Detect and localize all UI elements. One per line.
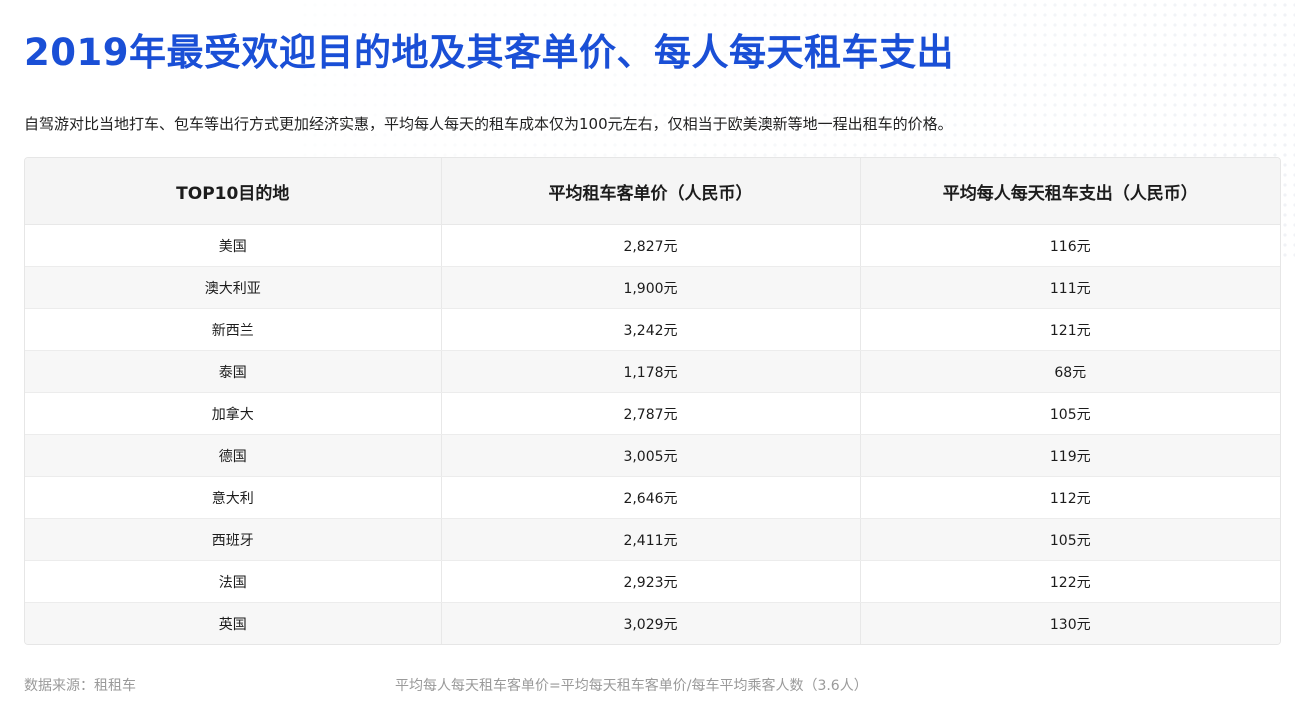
cell-daily-spend: 105元: [860, 392, 1280, 435]
table-row: 新西兰 3,242元 121元: [25, 308, 1280, 351]
cell-destination: 法国: [25, 560, 442, 603]
cell-destination: 新西兰: [25, 308, 442, 351]
table-row: 德国 3,005元 119元: [25, 434, 1280, 477]
cell-daily-spend: 122元: [860, 560, 1280, 603]
cell-destination: 西班牙: [25, 518, 442, 561]
cell-destination: 美国: [25, 224, 442, 267]
cell-destination: 加拿大: [25, 392, 442, 435]
table-header: TOP10目的地 平均租车客单价（人民币） 平均每人每天租车支出（人民币）: [25, 158, 1280, 225]
page-title: 2019年最受欢迎目的地及其客单价、每人每天租车支出: [24, 31, 954, 74]
cell-daily-spend: 111元: [860, 266, 1280, 309]
cell-avg-price: 1,900元: [441, 266, 861, 309]
cell-daily-spend: 121元: [860, 308, 1280, 351]
cell-avg-price: 2,827元: [441, 224, 861, 267]
cell-avg-price: 2,787元: [441, 392, 861, 435]
table-header-row: TOP10目的地 平均租车客单价（人民币） 平均每人每天租车支出（人民币）: [25, 158, 1280, 225]
cell-destination: 泰国: [25, 350, 442, 393]
cell-destination: 意大利: [25, 476, 442, 519]
column-header-avg-price: 平均租车客单价（人民币）: [441, 158, 861, 225]
table-body: 美国 2,827元 116元 澳大利亚 1,900元 111元 新西兰 3,24…: [25, 224, 1280, 644]
cell-daily-spend: 105元: [860, 518, 1280, 561]
cell-daily-spend: 112元: [860, 476, 1280, 519]
table-row: 泰国 1,178元 68元: [25, 350, 1280, 393]
cell-daily-spend: 116元: [860, 224, 1280, 267]
formula-note: 平均每人每天租车客单价=平均每天租车客单价/每车平均乘客人数（3.6人）: [395, 678, 868, 694]
table-row: 法国 2,923元 122元: [25, 560, 1280, 603]
table-row: 意大利 2,646元 112元: [25, 476, 1280, 519]
destinations-table-container: TOP10目的地 平均租车客单价（人民币） 平均每人每天租车支出（人民币） 美国…: [24, 157, 1281, 645]
cell-daily-spend: 130元: [860, 602, 1280, 644]
cell-avg-price: 2,411元: [441, 518, 861, 561]
cell-avg-price: 1,178元: [441, 350, 861, 393]
table-row: 西班牙 2,411元 105元: [25, 518, 1280, 561]
column-header-destination: TOP10目的地: [25, 158, 442, 225]
destinations-table: TOP10目的地 平均租车客单价（人民币） 平均每人每天租车支出（人民币） 美国…: [25, 158, 1280, 644]
data-source-note: 数据来源：租租车: [24, 678, 136, 694]
cell-avg-price: 2,923元: [441, 560, 861, 603]
cell-daily-spend: 68元: [860, 350, 1280, 393]
cell-avg-price: 2,646元: [441, 476, 861, 519]
table-row: 澳大利亚 1,900元 111元: [25, 266, 1280, 309]
table-row: 美国 2,827元 116元: [25, 224, 1280, 267]
table-row: 英国 3,029元 130元: [25, 602, 1280, 644]
cell-destination: 澳大利亚: [25, 266, 442, 309]
cell-destination: 德国: [25, 434, 442, 477]
cell-destination: 英国: [25, 602, 442, 644]
table-row: 加拿大 2,787元 105元: [25, 392, 1280, 435]
page-subtitle: 自驾游对比当地打车、包车等出行方式更加经济实惠，平均每人每天的租车成本仅为100…: [24, 115, 953, 133]
cell-avg-price: 3,029元: [441, 602, 861, 644]
cell-avg-price: 3,005元: [441, 434, 861, 477]
cell-daily-spend: 119元: [860, 434, 1280, 477]
column-header-daily-spend: 平均每人每天租车支出（人民币）: [860, 158, 1280, 225]
cell-avg-price: 3,242元: [441, 308, 861, 351]
